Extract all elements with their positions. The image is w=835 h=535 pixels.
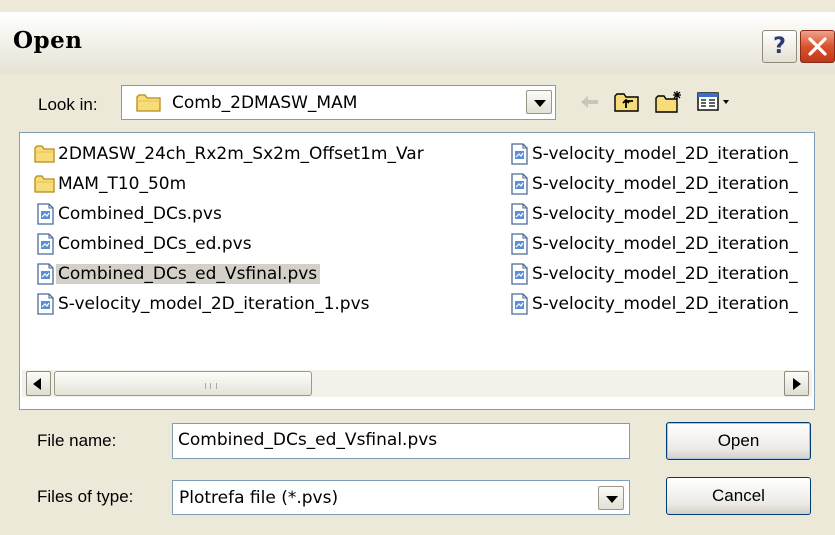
file-type-dropdown-button[interactable] bbox=[598, 486, 624, 510]
file-list-item[interactable]: S-velocity_model_2D_iteration_ bbox=[508, 170, 801, 198]
folder-icon bbox=[34, 143, 56, 165]
file-list-item[interactable]: Combined_DCs_ed.pvs bbox=[34, 230, 255, 258]
file-name: S-velocity_model_2D_iteration_ bbox=[532, 234, 798, 254]
file-name: S-velocity_model_2D_iteration_1.pvs bbox=[58, 294, 370, 314]
view-menu-icon[interactable] bbox=[696, 90, 732, 114]
file-list-item[interactable]: Combined_DCs_ed_Vsfinal.pvs bbox=[34, 260, 321, 288]
back-icon[interactable] bbox=[578, 90, 602, 114]
file-name: S-velocity_model_2D_iteration_ bbox=[532, 174, 798, 194]
file-name-input[interactable]: Combined_DCs_ed_Vsfinal.pvs bbox=[172, 423, 630, 459]
pvs-file-icon bbox=[508, 293, 530, 315]
file-list-item[interactable]: S-velocity_model_2D_iteration_ bbox=[508, 260, 801, 288]
file-type-label: Files of type: bbox=[37, 487, 134, 506]
pvs-file-icon bbox=[508, 203, 530, 225]
file-list-item[interactable]: S-velocity_model_2D_iteration_ bbox=[508, 200, 801, 228]
file-list-item[interactable]: Combined_DCs.pvs bbox=[34, 200, 225, 228]
file-list-item[interactable]: MAM_T10_50m bbox=[34, 170, 189, 198]
scroll-thumb[interactable] bbox=[54, 371, 312, 396]
pvs-file-icon bbox=[508, 143, 530, 165]
file-name-label: File name: bbox=[37, 431, 117, 450]
look-in-label: Look in: bbox=[38, 95, 98, 114]
scroll-right-button[interactable] bbox=[784, 371, 809, 396]
title-bar[interactable]: Open ? bbox=[0, 12, 835, 74]
file-list-item[interactable]: S-velocity_model_2D_iteration_1.pvs bbox=[34, 290, 373, 318]
cancel-button[interactable]: Cancel bbox=[666, 477, 811, 515]
file-name: Combined_DCs.pvs bbox=[58, 204, 222, 224]
open-dialog: Open ? Look in: Comb_2DMASW_MAM 2DMASW_2… bbox=[0, 0, 835, 535]
folder-icon bbox=[136, 94, 161, 112]
file-name: S-velocity_model_2D_iteration_ bbox=[532, 204, 798, 224]
grip-icon bbox=[205, 383, 217, 389]
open-button[interactable]: Open bbox=[666, 422, 811, 460]
file-list-item[interactable]: S-velocity_model_2D_iteration_ bbox=[508, 140, 801, 168]
folder-icon bbox=[34, 173, 56, 195]
file-type-value: Plotrefa file (*.pvs) bbox=[179, 488, 339, 508]
look-in-combo[interactable]: Comb_2DMASW_MAM bbox=[121, 85, 556, 120]
look-in-dropdown-button[interactable] bbox=[526, 90, 552, 114]
pvs-file-icon bbox=[508, 233, 530, 255]
up-folder-icon[interactable] bbox=[614, 90, 640, 114]
horizontal-scrollbar[interactable] bbox=[22, 370, 812, 397]
file-list-item[interactable]: S-velocity_model_2D_iteration_ bbox=[508, 290, 801, 318]
pvs-file-icon bbox=[34, 293, 56, 315]
file-name: S-velocity_model_2D_iteration_ bbox=[532, 294, 798, 314]
file-name: S-velocity_model_2D_iteration_ bbox=[532, 144, 798, 164]
scroll-left-button[interactable] bbox=[26, 371, 51, 396]
pvs-file-icon bbox=[34, 263, 56, 285]
pvs-file-icon bbox=[34, 203, 56, 225]
close-icon bbox=[808, 37, 827, 56]
file-name: Combined_DCs_ed.pvs bbox=[58, 234, 252, 254]
file-name: 2DMASW_24ch_Rx2m_Sx2m_Offset1m_Var bbox=[58, 144, 424, 164]
file-list[interactable]: 2DMASW_24ch_Rx2m_Sx2m_Offset1m_Var MAM_T1… bbox=[19, 132, 815, 410]
dialog-title: Open bbox=[13, 27, 83, 54]
close-button[interactable] bbox=[800, 30, 835, 63]
pvs-file-icon bbox=[508, 263, 530, 285]
file-list-item[interactable]: 2DMASW_24ch_Rx2m_Sx2m_Offset1m_Var bbox=[34, 140, 427, 168]
file-name: MAM_T10_50m bbox=[58, 174, 187, 194]
file-type-select[interactable]: Plotrefa file (*.pvs) bbox=[172, 480, 630, 515]
file-list-item[interactable]: S-velocity_model_2D_iteration_ bbox=[508, 230, 801, 258]
new-folder-icon[interactable] bbox=[655, 90, 683, 114]
pvs-file-icon bbox=[34, 233, 56, 255]
pvs-file-icon bbox=[508, 173, 530, 195]
help-icon: ? bbox=[773, 34, 786, 59]
help-button[interactable]: ? bbox=[762, 30, 797, 63]
file-name: S-velocity_model_2D_iteration_ bbox=[532, 264, 798, 284]
file-name: Combined_DCs_ed_Vsfinal.pvs bbox=[56, 264, 321, 284]
look-in-value: Comb_2DMASW_MAM bbox=[172, 93, 358, 113]
